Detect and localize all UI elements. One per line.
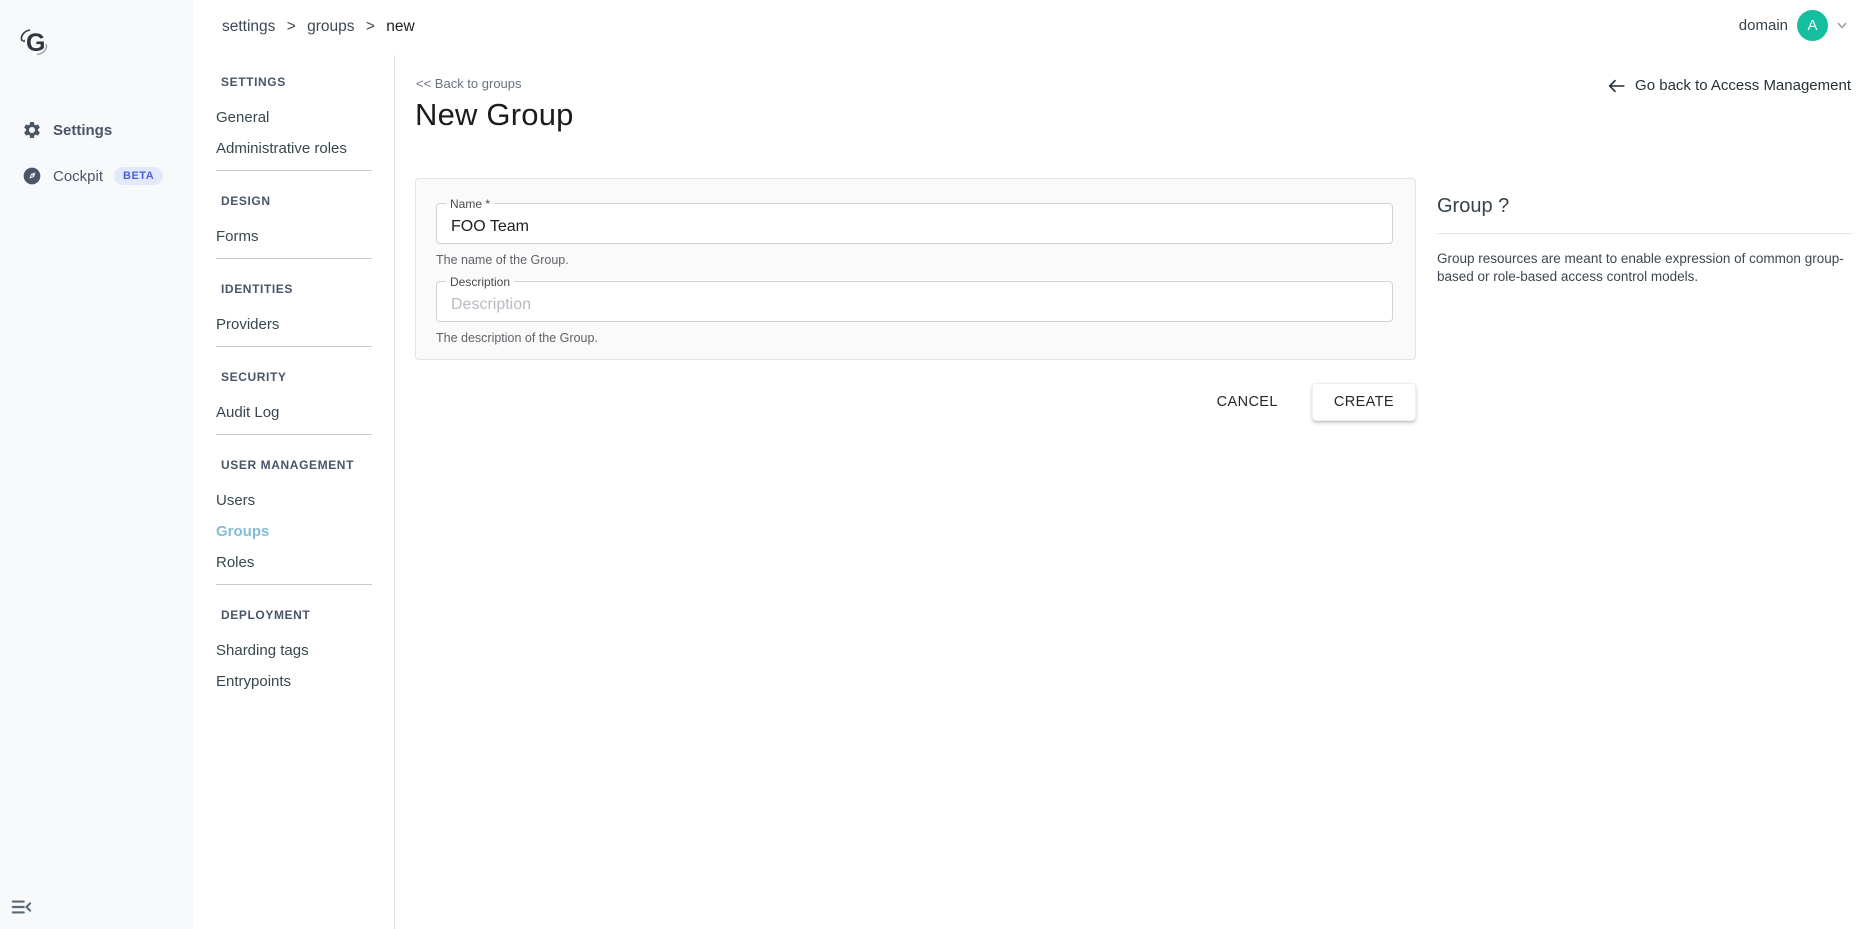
divider xyxy=(216,346,372,347)
sidebar-item-settings[interactable]: Settings xyxy=(0,112,193,148)
back-to-groups-link[interactable]: << Back to groups xyxy=(416,76,522,91)
sidebar-item-general[interactable]: General xyxy=(216,102,376,133)
sidebar-item-administrative-roles[interactable]: Administrative roles xyxy=(216,133,376,164)
beta-badge: BETA xyxy=(114,167,163,185)
domain-label: domain xyxy=(1739,17,1788,34)
name-field-wrapper: Name * xyxy=(436,203,1393,244)
cancel-button[interactable]: CANCEL xyxy=(1203,385,1292,419)
description-helper-text: The description of the Group. xyxy=(436,330,1393,347)
divider xyxy=(1437,233,1853,234)
breadcrumb-settings[interactable]: settings xyxy=(222,18,275,35)
avatar-initial: A xyxy=(1807,17,1817,34)
divider xyxy=(216,258,372,259)
breadcrumb-separator: > xyxy=(366,18,375,35)
collapse-sidebar-icon[interactable] xyxy=(10,897,32,917)
form-actions: CANCEL CREATE xyxy=(415,383,1416,421)
go-back-to-access-management-link[interactable]: Go back to Access Management xyxy=(1607,77,1851,94)
sidebar-item-forms[interactable]: Forms xyxy=(216,221,376,252)
gravitee-logo[interactable]: G xyxy=(12,20,56,64)
sidebar-item-users[interactable]: Users xyxy=(216,485,376,516)
section-header-security: SECURITY xyxy=(216,369,376,385)
help-panel: Group ? Group resources are meant to ena… xyxy=(1437,195,1853,285)
name-helper-text: The name of the Group. xyxy=(436,252,1393,269)
go-back-label: Go back to Access Management xyxy=(1635,77,1851,94)
user-menu[interactable]: domain A xyxy=(1739,10,1847,41)
sidebar-item-providers[interactable]: Providers xyxy=(216,309,376,340)
compass-icon xyxy=(22,166,42,186)
help-panel-title: Group ? xyxy=(1437,195,1853,218)
page-title: New Group xyxy=(415,97,574,133)
arrow-left-icon xyxy=(1607,78,1626,94)
secondary-sidebar: SETTINGS General Administrative roles DE… xyxy=(193,55,395,929)
section-header-user-management: USER MANAGEMENT xyxy=(216,457,376,473)
help-panel-body: Group resources are meant to enable expr… xyxy=(1437,250,1853,285)
section-header-design: DESIGN xyxy=(216,193,376,209)
sidebar-item-label: Cockpit xyxy=(53,168,103,185)
divider xyxy=(216,584,372,585)
section-header-identities: IDENTITIES xyxy=(216,281,376,297)
sidebar-item-audit-log[interactable]: Audit Log xyxy=(216,397,376,428)
divider xyxy=(216,434,372,435)
section-header-settings: SETTINGS xyxy=(216,74,376,90)
sidebar-item-entrypoints[interactable]: Entrypoints xyxy=(216,666,376,697)
sidebar-item-groups[interactable]: Groups xyxy=(216,516,376,547)
main-content: << Back to groups New Group Name * The n… xyxy=(396,55,1857,929)
description-input[interactable] xyxy=(437,282,1392,321)
gear-icon xyxy=(22,120,42,140)
breadcrumb-current: new xyxy=(386,18,414,35)
primary-sidebar: G Settings Cockpit BETA xyxy=(0,0,193,929)
breadcrumb-groups[interactable]: groups xyxy=(307,18,354,35)
breadcrumb-separator: > xyxy=(287,18,296,35)
sidebar-item-sharding-tags[interactable]: Sharding tags xyxy=(216,635,376,666)
avatar[interactable]: A xyxy=(1797,10,1828,41)
breadcrumb: settings > groups > new xyxy=(222,18,415,36)
primary-nav: Settings Cockpit BETA xyxy=(0,112,193,204)
create-button[interactable]: CREATE xyxy=(1312,383,1416,421)
divider xyxy=(216,170,372,171)
name-input[interactable] xyxy=(437,204,1392,243)
sidebar-item-cockpit[interactable]: Cockpit BETA xyxy=(0,158,193,194)
group-form-card: Name * The name of the Group. Descriptio… xyxy=(415,178,1416,360)
section-header-deployment: DEPLOYMENT xyxy=(216,607,376,623)
description-field-label: Description xyxy=(446,275,514,289)
sidebar-item-label: Settings xyxy=(53,122,112,139)
chevron-down-icon[interactable] xyxy=(1837,22,1847,29)
sidebar-item-roles[interactable]: Roles xyxy=(216,547,376,578)
description-field-wrapper: Description xyxy=(436,281,1393,322)
name-field-label: Name * xyxy=(446,197,494,211)
